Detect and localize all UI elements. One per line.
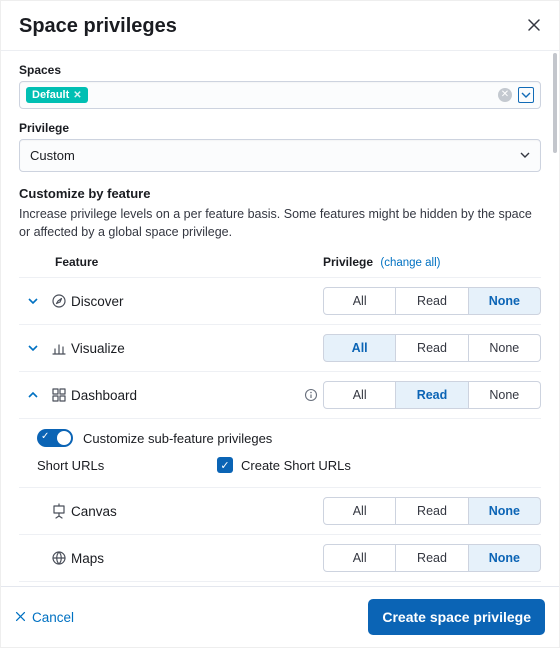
feature-name: Dashboard — [71, 388, 299, 403]
easel-icon — [47, 503, 71, 519]
privilege-select[interactable]: Custom — [19, 139, 541, 172]
customize-title: Customize by feature — [19, 186, 541, 201]
col-privilege-label: Privilege — [323, 255, 373, 269]
col-privilege: Privilege (change all) — [323, 255, 541, 269]
close-icon[interactable] — [527, 18, 541, 35]
close-icon — [15, 610, 26, 625]
privilege-read-button[interactable]: Read — [396, 497, 468, 525]
privilege-all-button[interactable]: All — [323, 381, 396, 409]
privilege-read-button[interactable]: Read — [396, 334, 468, 362]
subfeature-toggle-row: ✓ Customize sub-feature privileges — [19, 429, 541, 457]
feature-row: Maps AllReadNone — [19, 534, 541, 581]
subfeature-option: ✓ Create Short URLs — [217, 457, 541, 473]
expand-toggle[interactable] — [19, 390, 47, 400]
page-title: Space privileges — [19, 15, 177, 38]
flyout-footer: Cancel Create space privilege — [1, 586, 559, 647]
col-feature: Feature — [55, 255, 323, 269]
dashboard-icon — [47, 387, 71, 403]
customize-desc: Increase privilege levels on a per featu… — [19, 205, 541, 241]
expand-toggle[interactable] — [19, 296, 47, 306]
space-pill-default[interactable]: Default ✕ — [26, 87, 88, 103]
dashboard-subfeatures: ✓ Customize sub-feature privileges Short U… — [19, 418, 541, 487]
privilege-all-button[interactable]: All — [323, 497, 396, 525]
privilege-read-button[interactable]: Read — [396, 287, 468, 315]
chevron-down-icon — [520, 148, 530, 163]
flyout-header: Space privileges — [1, 1, 559, 50]
space-pill-label: Default — [32, 89, 69, 101]
privilege-button-group: AllReadNone — [323, 381, 541, 409]
change-all-link[interactable]: (change all) — [380, 257, 440, 269]
compass-icon — [47, 293, 71, 309]
privilege-all-button[interactable]: All — [323, 334, 396, 362]
info-icon[interactable] — [299, 388, 323, 402]
space-privileges-flyout: Space privileges Spaces Default ✕ ✕ Priv… — [0, 0, 560, 648]
spaces-label: Spaces — [19, 63, 541, 77]
cancel-label: Cancel — [32, 610, 74, 625]
privilege-all-button[interactable]: All — [323, 287, 396, 315]
scrollbar[interactable] — [553, 53, 557, 153]
feature-name: Maps — [71, 551, 299, 566]
privilege-button-group: AllReadNone — [323, 497, 541, 525]
feature-row: Canvas AllReadNone — [19, 487, 541, 534]
privilege-read-button[interactable]: Read — [396, 381, 468, 409]
privilege-none-button[interactable]: None — [469, 334, 541, 362]
feature-name: Visualize — [71, 341, 299, 356]
feature-name: Discover — [71, 294, 299, 309]
privilege-none-button[interactable]: None — [469, 497, 541, 525]
subfeature-row: Short URLs✓ Create Short URLs — [19, 457, 541, 483]
spaces-combobox[interactable]: Default ✕ ✕ — [19, 81, 541, 109]
privilege-none-button[interactable]: None — [469, 544, 541, 572]
spaces-dropdown-icon[interactable] — [518, 87, 534, 103]
cancel-button[interactable]: Cancel — [15, 610, 74, 625]
globe-icon — [47, 550, 71, 566]
feature-name: Canvas — [71, 504, 299, 519]
feature-table: Feature Privilege (change all) Discover A… — [19, 255, 541, 586]
privilege-all-button[interactable]: All — [323, 544, 396, 572]
privilege-none-button[interactable]: None — [469, 287, 541, 315]
privilege-read-button[interactable]: Read — [396, 544, 468, 572]
barchart-icon — [47, 340, 71, 356]
clear-spaces-icon[interactable]: ✕ — [498, 88, 512, 102]
create-short-urls-checkbox[interactable]: ✓ — [217, 457, 233, 473]
feature-row: Visualize AllReadNone — [19, 324, 541, 371]
feature-row: Dashboard AllReadNone — [19, 371, 541, 418]
feature-row: MetricsAllReadNone — [19, 581, 541, 586]
remove-space-icon[interactable]: ✕ — [73, 90, 81, 101]
privilege-select-value: Custom — [30, 148, 75, 163]
subfeature-group-label: Short URLs — [37, 458, 217, 473]
table-header: Feature Privilege (change all) — [19, 255, 541, 277]
flyout-body: Spaces Default ✕ ✕ Privilege Custom Cust… — [1, 51, 559, 586]
create-short-urls-label: Create Short URLs — [241, 458, 351, 473]
privilege-button-group: AllReadNone — [323, 287, 541, 315]
feature-row: Discover AllReadNone — [19, 277, 541, 324]
expand-toggle[interactable] — [19, 343, 47, 353]
privilege-button-group: AllReadNone — [323, 334, 541, 362]
create-space-privilege-button[interactable]: Create space privilege — [368, 599, 545, 635]
privilege-none-button[interactable]: None — [469, 381, 541, 409]
privilege-button-group: AllReadNone — [323, 544, 541, 572]
customize-subfeature-switch[interactable]: ✓ — [37, 429, 73, 447]
customize-subfeature-label: Customize sub-feature privileges — [83, 431, 272, 446]
privilege-label: Privilege — [19, 121, 541, 135]
